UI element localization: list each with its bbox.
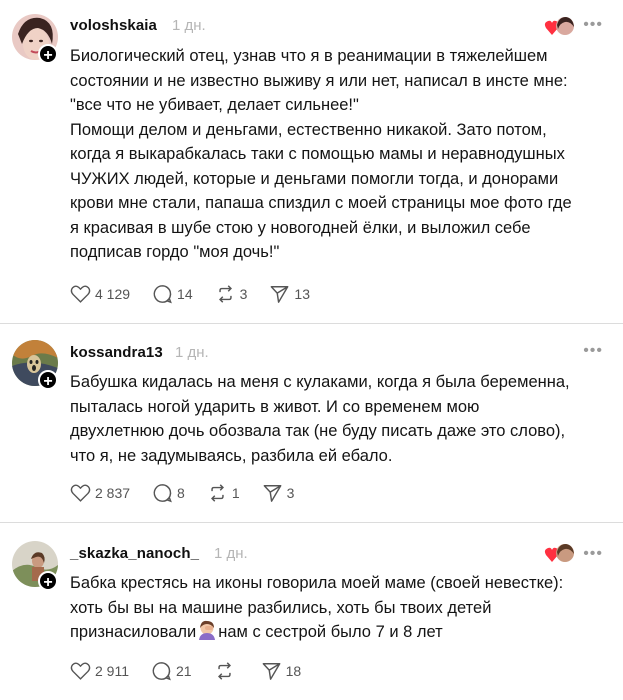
repost-count: 1: [231, 485, 240, 501]
follow-plus-icon[interactable]: +: [38, 571, 58, 591]
username[interactable]: _skazka_nanoch_: [70, 545, 199, 562]
heart-icon: [70, 662, 91, 680]
timestamp: 1 дн.: [214, 545, 248, 562]
more-options-button[interactable]: •••: [583, 16, 603, 34]
repost-button[interactable]: [214, 661, 239, 681]
like-button[interactable]: 2 911: [70, 661, 129, 681]
more-options-button[interactable]: •••: [583, 545, 603, 563]
heart-icon: [70, 484, 91, 502]
timestamp: 1 дн.: [172, 17, 206, 34]
like-count: 2 911: [95, 663, 129, 679]
post-text-fragment: нам с сестрой было 7 и 8 лет: [218, 623, 443, 641]
post-3: + _skazka_nanoch_ 1 дн. ••• Бабка крестя…: [0, 523, 623, 700]
share-count: 18: [285, 663, 302, 679]
timestamp: 1 дн.: [175, 344, 209, 361]
post-text-line: хоть бы вы на машине разбились, хоть бы …: [70, 598, 492, 617]
post-text-line: признасиловали нам с сестрой было 7 и 8 л…: [70, 620, 610, 645]
heart-icon: [70, 285, 91, 303]
comment-count: 21: [176, 663, 192, 679]
post-actions: 4 129 14 3 13: [70, 283, 332, 305]
post-text: Бабушка кидалась на меня с кулаками, ког…: [70, 373, 570, 465]
follow-plus-icon[interactable]: +: [38, 44, 58, 64]
more-options-button[interactable]: •••: [583, 342, 603, 360]
repost-icon: [218, 285, 232, 303]
repost-icon: [210, 484, 224, 502]
repost-button[interactable]: 1: [207, 483, 240, 503]
comment-button[interactable]: 8: [152, 483, 185, 503]
post-text: Бабка крестясь на иконы говорила моей ма…: [70, 571, 610, 645]
comment-count: 8: [177, 485, 185, 501]
follow-plus-icon[interactable]: +: [38, 370, 58, 390]
facepalm-emoji-icon: [199, 620, 216, 640]
comment-button[interactable]: 14: [152, 284, 193, 304]
comment-count: 14: [177, 286, 193, 302]
comment-icon: [153, 285, 172, 304]
share-button[interactable]: 13: [269, 284, 310, 304]
send-icon: [271, 286, 289, 303]
post-actions: 2 837 8 1 3: [70, 482, 316, 504]
post-2: + kossandra13 1 дн. ••• Бабушка кидалась…: [0, 324, 623, 520]
send-icon: [263, 485, 282, 502]
like-count: 4 129: [95, 286, 131, 302]
share-count: 13: [294, 286, 310, 302]
send-icon: [262, 663, 280, 680]
comment-button[interactable]: 21: [151, 661, 192, 681]
like-button[interactable]: 2 837: [70, 483, 130, 503]
share-button[interactable]: 3: [262, 483, 295, 503]
post-text: Биологический отец, узнав что я в реаним…: [70, 47, 572, 261]
repost-icon: [217, 662, 231, 680]
like-count: 2 837: [95, 485, 131, 501]
username[interactable]: voloshskaia: [70, 17, 157, 34]
like-button[interactable]: 4 129: [70, 284, 130, 304]
liked-by-author-icon: [544, 544, 574, 562]
post-text-line: Бабка крестясь на иконы говорила моей ма…: [70, 574, 564, 592]
post-1: + voloshskaia 1 дн. ••• Биологический от…: [0, 0, 623, 323]
comment-icon: [153, 484, 172, 503]
post-text-fragment: признасиловали: [70, 623, 197, 641]
repost-button[interactable]: 3: [215, 284, 248, 304]
username[interactable]: kossandra13: [70, 344, 163, 361]
post-actions: 2 911 21 18: [70, 660, 323, 682]
liked-by-author-icon: [544, 17, 574, 35]
repost-count: 3: [239, 286, 248, 302]
share-button[interactable]: 18: [261, 661, 302, 681]
share-count: 3: [286, 485, 295, 501]
comment-icon: [152, 662, 171, 681]
